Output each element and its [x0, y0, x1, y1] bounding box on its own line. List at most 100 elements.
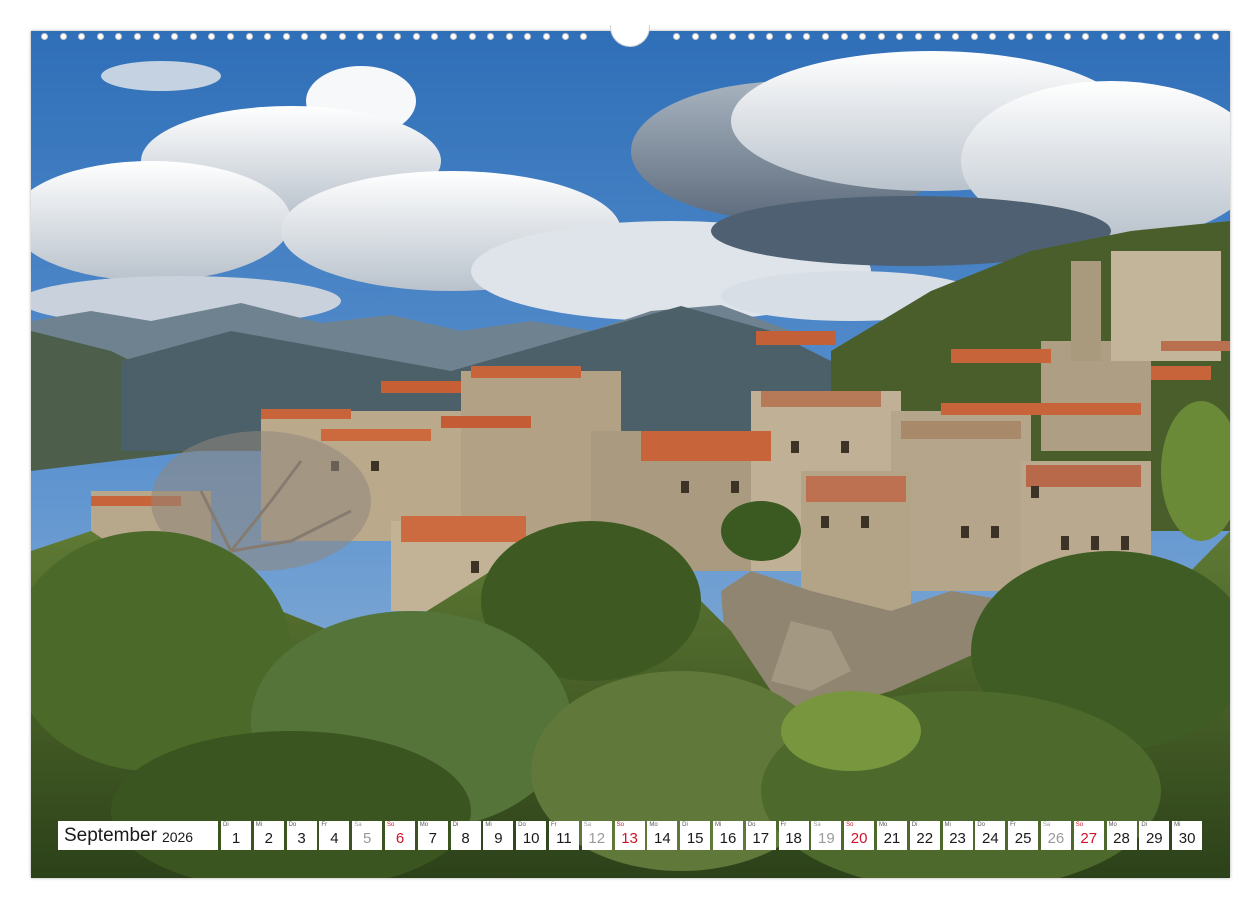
day-number: 3 [297, 830, 306, 847]
day-number: 20 [850, 830, 868, 847]
binding-hole [970, 33, 978, 40]
binding-hole [133, 33, 141, 40]
day-cell: So 27 [1073, 821, 1104, 850]
binding-hole [487, 33, 495, 40]
day-number: 6 [395, 830, 405, 847]
weekday-abbr: Do [977, 822, 985, 828]
binding-hole [821, 33, 829, 40]
binding-hole [1156, 33, 1164, 40]
day-number: 26 [1047, 830, 1065, 847]
weekday-abbr: Fr [550, 822, 557, 828]
binding-hole [710, 33, 718, 40]
binding-hole [1175, 33, 1183, 40]
weekday-abbr: Mo [878, 822, 888, 828]
day-cell: Mi 9 [483, 821, 514, 850]
binding-hole [412, 33, 420, 40]
binding-hole [375, 33, 383, 40]
day-cell: Mi 30 [1172, 821, 1203, 850]
binding-hole [171, 33, 179, 40]
day-cell: Di 15 [680, 821, 711, 850]
weekday-abbr: Di [452, 822, 459, 828]
binding-hole [468, 33, 476, 40]
hanger-hole [610, 25, 650, 47]
binding-hole [59, 33, 67, 40]
day-cell: Mi 16 [712, 821, 743, 850]
binding-hole [264, 33, 272, 40]
day-cell: Sa 12 [581, 821, 612, 850]
weekday-abbr: So [386, 822, 395, 828]
weekday-abbr: Di [682, 822, 688, 828]
weekday-abbr: Mo [1108, 822, 1117, 828]
binding-hole [561, 33, 569, 40]
binding-hole [524, 33, 532, 40]
spiral-binding [31, 25, 1230, 47]
day-number: 9 [494, 830, 503, 847]
binding-hole [1119, 33, 1127, 40]
day-number: 21 [883, 830, 901, 847]
day-cell: Di 29 [1139, 821, 1170, 850]
day-number: 30 [1178, 830, 1196, 847]
binding-hole [115, 33, 123, 40]
day-cell: Fr 4 [319, 821, 350, 850]
binding-hole [357, 33, 365, 40]
day-number: 22 [916, 830, 934, 847]
day-number: 23 [949, 830, 966, 847]
weekday-abbr: Sa [813, 822, 821, 828]
binding-hole [1007, 33, 1015, 40]
binding-hole [301, 33, 309, 40]
weekday-abbr: Sa [1042, 822, 1051, 828]
weekday-abbr: Mi [714, 822, 722, 828]
binding-hole [96, 33, 104, 40]
day-number: 15 [686, 830, 704, 847]
day-number: 12 [588, 830, 606, 847]
binding-hole [41, 33, 48, 40]
day-number: 10 [522, 830, 540, 847]
day-cell: So 20 [844, 821, 875, 850]
binding-hole [766, 33, 774, 40]
day-cell: Fr 18 [778, 821, 809, 850]
month-label-box: September 2026 [58, 821, 218, 850]
binding-hole [933, 33, 941, 40]
month-name: September [64, 824, 157, 846]
weekday-abbr: Mo [649, 822, 658, 828]
weekday-abbr: Do [288, 822, 297, 828]
day-number: 28 [1113, 830, 1130, 847]
day-number: 2 [264, 830, 273, 847]
weekday-abbr: Fr [780, 822, 787, 828]
binding-hole [691, 33, 699, 40]
binding-hole [226, 33, 234, 40]
weekday-abbr: Mi [1174, 822, 1181, 828]
weekday-abbr: So [1075, 822, 1084, 828]
day-number: 8 [461, 830, 470, 847]
day-number: 29 [1145, 830, 1163, 847]
binding-hole [728, 33, 736, 40]
binding-hole [319, 33, 327, 40]
binding-hole [1193, 33, 1201, 40]
day-number: 19 [818, 830, 835, 847]
binding-hole [1063, 33, 1071, 40]
day-number: 5 [363, 830, 372, 847]
weekday-abbr: So [616, 822, 624, 828]
weekday-abbr: Di [911, 822, 918, 828]
day-cell: Mo 14 [647, 821, 678, 850]
day-cell: Mo 7 [417, 821, 448, 850]
binding-hole [877, 33, 885, 40]
binding-hole [859, 33, 867, 40]
binding-hole [208, 33, 216, 40]
day-number: 4 [330, 830, 339, 847]
weekday-abbr: Mi [485, 822, 492, 828]
day-cell: Mo 28 [1106, 821, 1137, 850]
day-cell: So 13 [614, 821, 645, 850]
binding-hole [1045, 33, 1053, 40]
binding-hole [989, 33, 997, 40]
binding-hole [1082, 33, 1090, 40]
binding-hole [673, 33, 681, 40]
weekday-abbr: Mi [255, 822, 263, 828]
day-number: 7 [428, 830, 437, 847]
day-cell: Do 10 [516, 821, 547, 850]
binding-hole [1212, 33, 1220, 40]
binding-hole [747, 33, 755, 40]
weekday-abbr: So [846, 822, 854, 828]
binding-hole [914, 33, 922, 40]
weekday-abbr: Mo [419, 822, 429, 828]
